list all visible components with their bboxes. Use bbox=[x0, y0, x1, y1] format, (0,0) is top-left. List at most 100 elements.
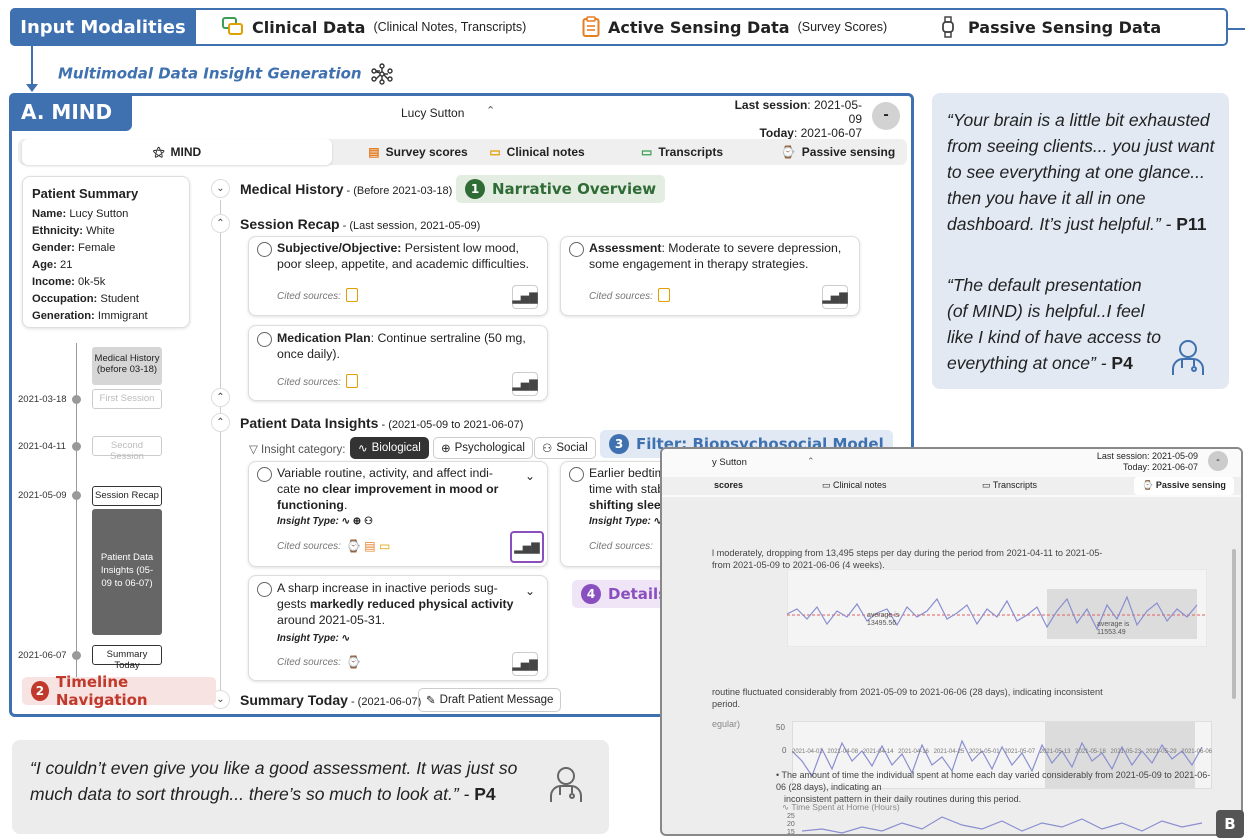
select-updown-icon[interactable]: ⌃ bbox=[807, 456, 815, 467]
chevron-up-icon[interactable]: ⌃ bbox=[211, 388, 230, 407]
timeline-dot bbox=[72, 395, 81, 404]
chart-button[interactable]: ▂▅▇ bbox=[512, 285, 538, 309]
modality-active: Active Sensing Data (Survey Scores) bbox=[582, 8, 887, 46]
radio-button[interactable] bbox=[257, 332, 272, 347]
cited-sources-label: Cited sources: bbox=[277, 657, 341, 668]
chart-button[interactable]: ▂▅▇ bbox=[822, 285, 848, 309]
tab-survey-scores[interactable]: ▤ Survey scores bbox=[362, 139, 474, 165]
summary-field: Name: Lucy Sutton bbox=[32, 208, 129, 220]
patient-select[interactable]: Lucy Sutton bbox=[401, 106, 464, 120]
panel-b-tag: B bbox=[1216, 810, 1244, 838]
watch-icon bbox=[942, 16, 954, 38]
chart-button[interactable]: ▂▅▇ bbox=[512, 372, 538, 396]
home-summary-text: • The amount of time the individual spen… bbox=[776, 770, 1211, 804]
timeline-summary-today[interactable]: Summary Today bbox=[92, 645, 162, 671]
chart-button[interactable]: ▂▅▇ bbox=[512, 652, 538, 676]
routine-chart-label: egular) bbox=[712, 719, 741, 729]
chat-icon: ▭ bbox=[640, 145, 653, 159]
connector-line bbox=[1228, 28, 1245, 30]
filter-biological[interactable]: ∿ Biological bbox=[350, 437, 429, 459]
draft-message-button[interactable]: ✎ Draft Patient Message bbox=[418, 688, 562, 712]
scrollbar[interactable] bbox=[1232, 549, 1236, 699]
source-icons[interactable]: ⌚ ▤ ▭ bbox=[346, 539, 390, 553]
routine-summary-text: routine fluctuated considerably from 202… bbox=[712, 687, 1103, 709]
flow-arrow-head bbox=[26, 84, 38, 92]
radio-button[interactable] bbox=[257, 467, 272, 482]
filter-social[interactable]: ⚇ Social bbox=[534, 437, 596, 459]
tab-survey-scores[interactable]: scores bbox=[714, 480, 743, 490]
radio-button[interactable] bbox=[569, 467, 584, 482]
recap-medication-text: Medication Plan: Continue sertraline (50… bbox=[277, 331, 526, 361]
clinical-note-icon[interactable] bbox=[346, 374, 358, 388]
filter-psychological[interactable]: ⊕ Psychological bbox=[433, 437, 533, 459]
mind-panel-tag: A. MIND bbox=[9, 93, 132, 131]
timeline-session-recap[interactable]: Session Recap bbox=[92, 486, 162, 506]
cited-sources-label: Cited sources: bbox=[589, 541, 653, 552]
doctor-icon bbox=[550, 767, 582, 802]
chevron-down-icon[interactable]: ⌄ bbox=[525, 584, 535, 598]
summary-field: Age: 21 bbox=[32, 259, 73, 271]
pulse-icon: ∿ bbox=[341, 633, 351, 644]
chevron-down-icon[interactable]: ⌄ bbox=[211, 179, 230, 198]
tick-label: 50 bbox=[776, 723, 785, 732]
section-summary-today[interactable]: Summary Today - (2021-06-07) bbox=[240, 692, 421, 708]
timeline-first-session[interactable]: First Session bbox=[92, 389, 162, 409]
chart-button-highlighted[interactable]: ▂▅▇ bbox=[510, 531, 544, 563]
note-icon: ▭ bbox=[489, 145, 501, 159]
timeline-medical-history[interactable]: Medical History (before 03-18) bbox=[92, 347, 162, 385]
tab-clinical-notes[interactable]: ▭ Clinical notes bbox=[822, 480, 887, 491]
average-label: average is 13495.56 bbox=[867, 612, 900, 627]
callout-narrative-overview: 1 Narrative Overview bbox=[456, 175, 666, 203]
section-medical-history[interactable]: Medical History - (Before 2021-03-18) bbox=[240, 181, 452, 197]
timeline-date: 2021-06-07 bbox=[18, 650, 67, 661]
home-time-line bbox=[802, 816, 1203, 834]
insight-text: A sharp increase in inactive periods sug… bbox=[277, 581, 514, 627]
modality-passive: Passive Sensing Data bbox=[940, 8, 1161, 46]
section-session-recap[interactable]: Session Recap - (Last session, 2021-05-0… bbox=[240, 216, 480, 232]
chevron-up-icon[interactable]: ⌃ bbox=[211, 214, 230, 233]
radio-button[interactable] bbox=[257, 582, 272, 597]
brain-icon: ⊕ bbox=[441, 443, 451, 455]
pulse-icon: ∿ bbox=[358, 443, 368, 455]
quote-p11: “Your brain is a little bit exhausted fr… bbox=[947, 110, 1215, 234]
pulse-icon: ∿ ⊕ ⚇ bbox=[341, 516, 373, 527]
network-icon bbox=[371, 63, 393, 85]
session-info: Last session: 2021-05-09 Today: 2021-06-… bbox=[734, 98, 862, 140]
avatar[interactable]: - bbox=[872, 102, 900, 130]
people-icon: ⚇ bbox=[542, 443, 553, 455]
doctor-icon bbox=[1172, 340, 1204, 375]
tab-transcripts[interactable]: ▭ Transcripts bbox=[982, 480, 1037, 491]
clinical-note-icon[interactable] bbox=[346, 288, 358, 302]
watch-icon: ⌚ bbox=[780, 145, 796, 159]
pencil-icon: ✎ bbox=[426, 695, 436, 707]
tab-passive-sensing[interactable]: ⌚ Passive sensing bbox=[1134, 477, 1234, 495]
avatar[interactable]: - bbox=[1208, 451, 1228, 471]
timeline-patient-insights[interactable]: Patient Data Insights (05-09 to 06-07) bbox=[92, 509, 162, 635]
summary-field: Occupation: Student bbox=[32, 293, 139, 305]
timeline-date: 2021-03-18 bbox=[18, 394, 67, 405]
patient-select[interactable]: y Sutton bbox=[712, 457, 747, 468]
tab-transcripts[interactable]: ▭ Transcripts bbox=[630, 139, 734, 165]
radio-button[interactable] bbox=[569, 242, 584, 257]
tab-clinical-notes[interactable]: ▭ Clinical notes bbox=[478, 139, 596, 165]
watch-icon[interactable]: ⌚ bbox=[346, 655, 361, 669]
timeline-dot bbox=[72, 651, 81, 660]
insight-type: Insight Type: ∿ bbox=[589, 516, 663, 527]
insight-type: Insight Type: ∿ bbox=[277, 633, 351, 644]
tab-passive-sensing[interactable]: ⌚ Passive sensing bbox=[778, 139, 898, 165]
clinical-note-icon[interactable] bbox=[658, 288, 670, 302]
timeline-second-session[interactable]: Second Session bbox=[92, 436, 162, 462]
tab-mind[interactable]: ⚝ MIND bbox=[22, 139, 332, 165]
passive-sensing-panel: y Sutton ⌃ Last session: 2021-05-09 Today… bbox=[660, 447, 1243, 836]
tick-label: 0 bbox=[782, 746, 787, 755]
section-patient-insights[interactable]: Patient Data Insights - (2021-05-09 to 2… bbox=[240, 415, 523, 431]
cited-sources-label: Cited sources: bbox=[277, 291, 341, 302]
chevron-up-icon[interactable]: ⌃ bbox=[211, 413, 230, 432]
recap-assessment-text: Assessment: Moderate to severe depressio… bbox=[589, 241, 842, 271]
radio-button[interactable] bbox=[257, 242, 272, 257]
insight-text: Variable routine, activity, and affect i… bbox=[277, 466, 499, 512]
chevron-down-icon[interactable]: ⌄ bbox=[525, 469, 535, 483]
recap-subjective-text: Subjective/Objective: Persistent low moo… bbox=[277, 241, 530, 271]
select-updown-icon[interactable]: ⌃ bbox=[486, 104, 495, 117]
session-info: Last session: 2021-05-09 Today: 2021-06-0… bbox=[1096, 451, 1198, 472]
